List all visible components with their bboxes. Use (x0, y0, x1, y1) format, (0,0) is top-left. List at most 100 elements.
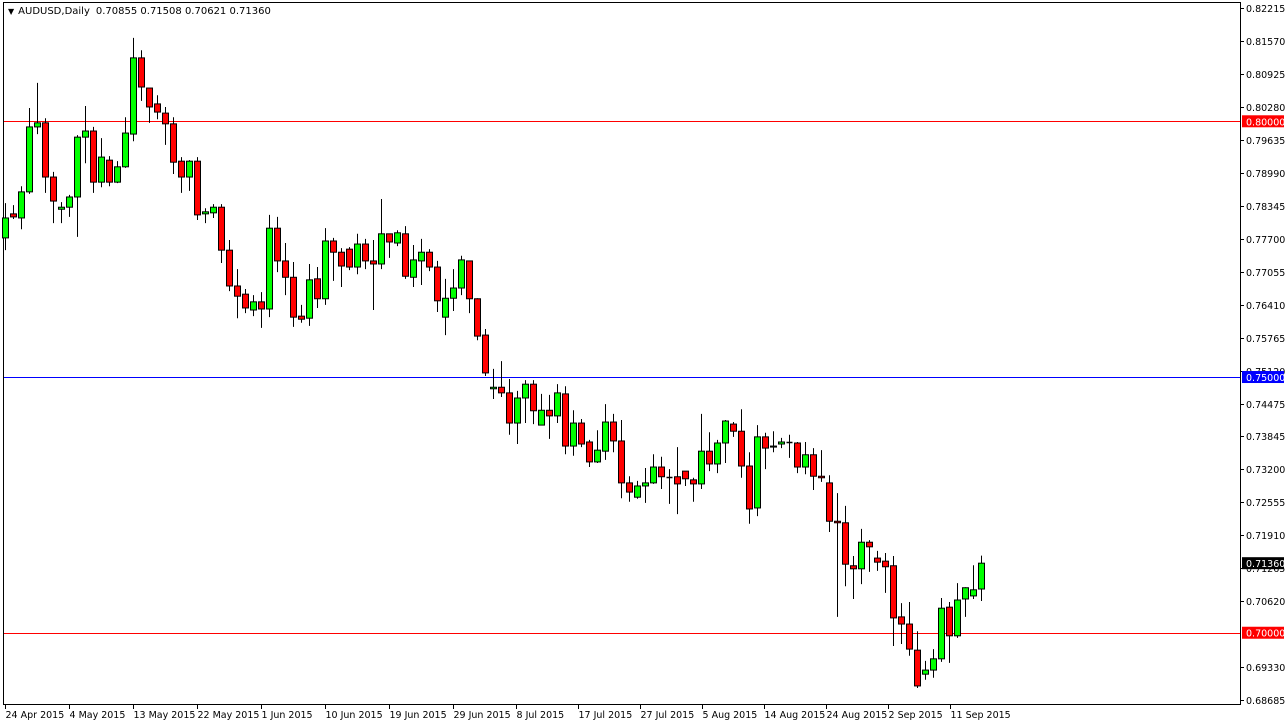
candle-body-bear (610, 421, 617, 442)
price-tick-label: 0.78990 (1246, 169, 1285, 180)
candle-body-bull (322, 240, 329, 300)
date-tick-label: 24 Aug 2015 (827, 710, 888, 721)
candle-body-bull (538, 409, 545, 426)
candle-body-bear (258, 301, 265, 310)
price-tick-label: 0.80280 (1246, 103, 1285, 114)
candle-body-bear (866, 541, 873, 548)
candle-body-bull (66, 196, 73, 208)
candle-body-bull (186, 160, 193, 178)
candle-body-bear (898, 616, 905, 625)
date-tick-label: 27 Jul 2015 (641, 710, 695, 721)
candle-body-bull (442, 297, 449, 318)
symbol-label: AUDUSD,Daily (18, 6, 90, 17)
date-tick-label: 17 Jul 2015 (579, 710, 633, 721)
candle-body-bull (602, 421, 609, 452)
candle-body-bull (642, 482, 649, 487)
candle-body-bear (810, 454, 817, 477)
date-tick-label: 8 Jul 2015 (517, 710, 565, 721)
candle-body-bear (882, 560, 889, 568)
candle-body-bear (274, 227, 281, 262)
candle-body-bear (618, 440, 625, 484)
date-tick-label: 4 May 2015 (70, 710, 126, 721)
candle-body-bull (802, 454, 809, 468)
candle-body-bull (394, 232, 401, 244)
candle-body-bear (314, 278, 321, 300)
candle-body-bull (98, 156, 105, 183)
candle-body-bear (42, 122, 49, 178)
candle-body-bull (34, 122, 41, 128)
price-tick-label: 0.70620 (1246, 597, 1285, 608)
candle-body-bear (874, 557, 881, 563)
dropdown-triangle-icon[interactable]: ▼ (8, 7, 14, 16)
candle-body-bear (178, 160, 185, 178)
candlestick-chart[interactable]: 0.82215 0.81570 0.80925 0.80280 0.79635 0.789… (0, 0, 1286, 724)
candle-body-bear (914, 649, 921, 687)
candle-body-bear (586, 441, 593, 463)
candle-body-bull (930, 658, 937, 671)
date-tick-label: 13 May 2015 (134, 710, 196, 721)
candle-body-bear (946, 606, 953, 637)
candle-body-bear (906, 623, 913, 650)
candle-body-bear (834, 520, 841, 524)
candle-body-bull (514, 397, 521, 424)
candle-body-bear (826, 482, 833, 522)
price-tick-label: 0.78345 (1246, 202, 1285, 213)
candle-body-bear (474, 298, 481, 337)
candle (562, 386, 569, 455)
candle-body-bear (794, 442, 801, 468)
level-price-label: 0.70000 (1246, 629, 1285, 640)
candle-body-bear (658, 466, 665, 478)
candle-body-bear (426, 251, 433, 268)
candle-body-bear (346, 248, 353, 268)
candle-body-bull (82, 130, 89, 138)
price-axis[interactable]: 0.82215 0.81570 0.80925 0.80280 0.79635 0.789… (1240, 4, 1285, 707)
date-tick-label: 11 Sep 2015 (951, 710, 1011, 721)
candle-body-bear (370, 260, 377, 265)
ohlc-values: 0.70855 0.71508 0.70621 0.71360 (95, 6, 271, 17)
candle-body-bull (570, 422, 577, 447)
date-tick-label: 24 Apr 2015 (6, 710, 65, 721)
candle-body-bear (282, 260, 289, 278)
date-tick-label: 10 Jun 2015 (326, 710, 383, 721)
candle-body-bear (402, 233, 409, 277)
candle (402, 226, 409, 279)
candle-body-bear (506, 392, 513, 424)
price-tick-label: 0.73200 (1246, 465, 1285, 476)
price-level-labels: 0.80000 0.75000 0.70000 0.71360 (1242, 115, 1285, 640)
candle-body-bull (306, 279, 313, 319)
time-axis[interactable]: 24 Apr 2015 4 May 2015 13 May 2015 22 May 2… (5, 704, 1011, 721)
candle-body-bull (522, 383, 529, 399)
price-tick-label: 0.73845 (1246, 432, 1285, 443)
candle-body-bear (682, 470, 689, 480)
date-tick-label: 14 Aug 2015 (765, 710, 826, 721)
candle-body-bear (290, 276, 297, 318)
candle (754, 425, 761, 517)
candle-body-bear (466, 260, 473, 300)
candle-body-bull (714, 442, 721, 465)
price-tick-label: 0.69330 (1246, 663, 1285, 674)
price-tick-label: 0.82215 (1246, 4, 1285, 15)
price-tick-label: 0.80925 (1246, 70, 1285, 81)
candle-body-bear (562, 393, 569, 447)
candle (106, 156, 113, 187)
plot-frame (3, 2, 1241, 705)
candle-body-bear (850, 565, 857, 570)
candle-body-bear (690, 479, 697, 485)
candle-body-bull (650, 466, 657, 484)
date-tick-label: 1 Jun 2015 (262, 710, 313, 721)
price-tick-label: 0.77055 (1246, 268, 1285, 279)
candle-body-bear (242, 293, 249, 309)
candle-body-bull (634, 485, 641, 498)
candle-body-bear (138, 57, 145, 88)
candle-body-bear (738, 430, 745, 467)
candle-body-bull (962, 587, 969, 600)
candle-body-bear (330, 240, 337, 253)
candle-body-bull (26, 126, 33, 193)
candle-body-bear (170, 123, 177, 163)
candle-body-bear (162, 112, 169, 125)
price-tick-label: 0.75765 (1246, 334, 1285, 345)
candle-body-bull (58, 206, 65, 210)
current-price-label: 0.71360 (1246, 559, 1285, 570)
candle-body-bull (938, 607, 945, 660)
candle-body-bull (450, 287, 457, 299)
